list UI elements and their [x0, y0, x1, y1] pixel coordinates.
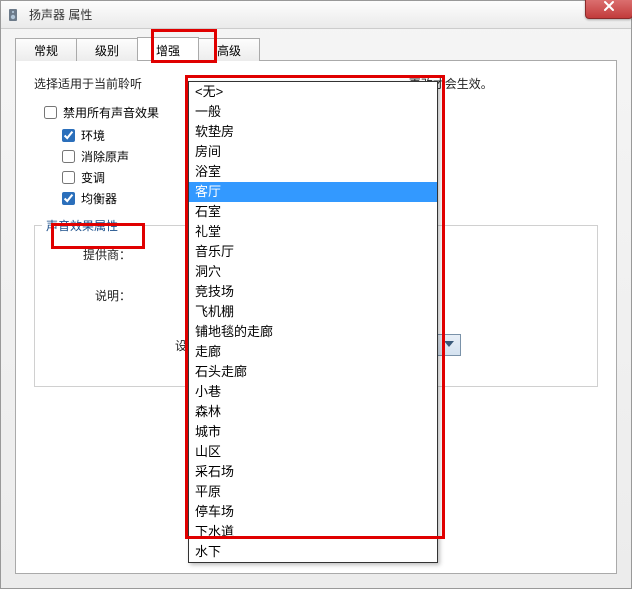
desc-prefix: 选择适用于当前聆听	[34, 77, 142, 91]
dropdown-option-1[interactable]: 一般	[189, 102, 437, 122]
dropdown-option-6[interactable]: 石室	[189, 202, 437, 222]
dropdown-option-14[interactable]: 石头走廊	[189, 362, 437, 382]
dropdown-option-5[interactable]: 客厅	[189, 182, 437, 202]
chevron-down-icon	[444, 341, 454, 347]
dropdown-option-23[interactable]: 水下	[189, 542, 437, 562]
provider-label: 提供商：	[51, 246, 131, 263]
dropdown-option-2[interactable]: 软垫房	[189, 122, 437, 142]
effect-checkbox-2[interactable]	[62, 171, 75, 184]
dropdown-option-16[interactable]: 森林	[189, 402, 437, 422]
dropdown-option-21[interactable]: 停车场	[189, 502, 437, 522]
dropdown-option-10[interactable]: 竞技场	[189, 282, 437, 302]
disable-all-checkbox[interactable]	[44, 106, 57, 119]
tab-3[interactable]: 高级	[198, 38, 260, 61]
effect-checkbox-3[interactable]	[62, 192, 75, 205]
dropdown-option-17[interactable]: 城市	[189, 422, 437, 442]
setting-label: 设置：	[51, 337, 211, 354]
close-button[interactable]	[585, 0, 632, 19]
dropdown-option-13[interactable]: 走廊	[189, 342, 437, 362]
dropdown-option-9[interactable]: 洞穴	[189, 262, 437, 282]
desc-label: 说明：	[51, 287, 131, 304]
dropdown-option-22[interactable]: 下水道	[189, 522, 437, 542]
window-title: 扬声器 属性	[29, 6, 92, 23]
effect-checkbox-1[interactable]	[62, 150, 75, 163]
effect-checkbox-0[interactable]	[62, 129, 75, 142]
close-icon	[602, 0, 616, 15]
dropdown-option-4[interactable]: 浴室	[189, 162, 437, 182]
titlebar[interactable]: 扬声器 属性	[1, 1, 631, 29]
dropdown-option-7[interactable]: 礼堂	[189, 222, 437, 242]
dropdown-option-18[interactable]: 山区	[189, 442, 437, 462]
effect-label-0[interactable]: 环境	[81, 127, 105, 144]
dropdown-option-12[interactable]: 铺地毯的走廊	[189, 322, 437, 342]
environment-dropdown[interactable]: <无>一般软垫房房间浴室客厅石室礼堂音乐厅洞穴竞技场飞机棚铺地毯的走廊走廊石头走…	[188, 81, 438, 563]
dropdown-option-19[interactable]: 采石场	[189, 462, 437, 482]
effect-label-3[interactable]: 均衡器	[81, 190, 117, 207]
tab-1[interactable]: 级别	[76, 38, 138, 61]
dropdown-option-0[interactable]: <无>	[189, 82, 437, 102]
tab-2[interactable]: 增强	[137, 37, 199, 60]
dropdown-option-3[interactable]: 房间	[189, 142, 437, 162]
group-title: 声音效果属性	[42, 217, 122, 234]
tab-0[interactable]: 常规	[15, 38, 77, 61]
effect-label-2[interactable]: 变调	[81, 169, 105, 186]
dropdown-option-11[interactable]: 飞机棚	[189, 302, 437, 322]
disable-all-label[interactable]: 禁用所有声音效果	[63, 104, 159, 121]
effect-label-1[interactable]: 消除原声	[81, 148, 129, 165]
speaker-properties-window: 扬声器 属性 常规级别增强高级 选择适用于当前聆听 更改才会生效。 禁用所有声音…	[0, 0, 632, 589]
dropdown-option-20[interactable]: 平原	[189, 482, 437, 502]
dropdown-option-8[interactable]: 音乐厅	[189, 242, 437, 262]
dropdown-option-15[interactable]: 小巷	[189, 382, 437, 402]
speaker-icon	[7, 7, 23, 23]
tab-strip: 常规级别增强高级	[15, 37, 617, 61]
